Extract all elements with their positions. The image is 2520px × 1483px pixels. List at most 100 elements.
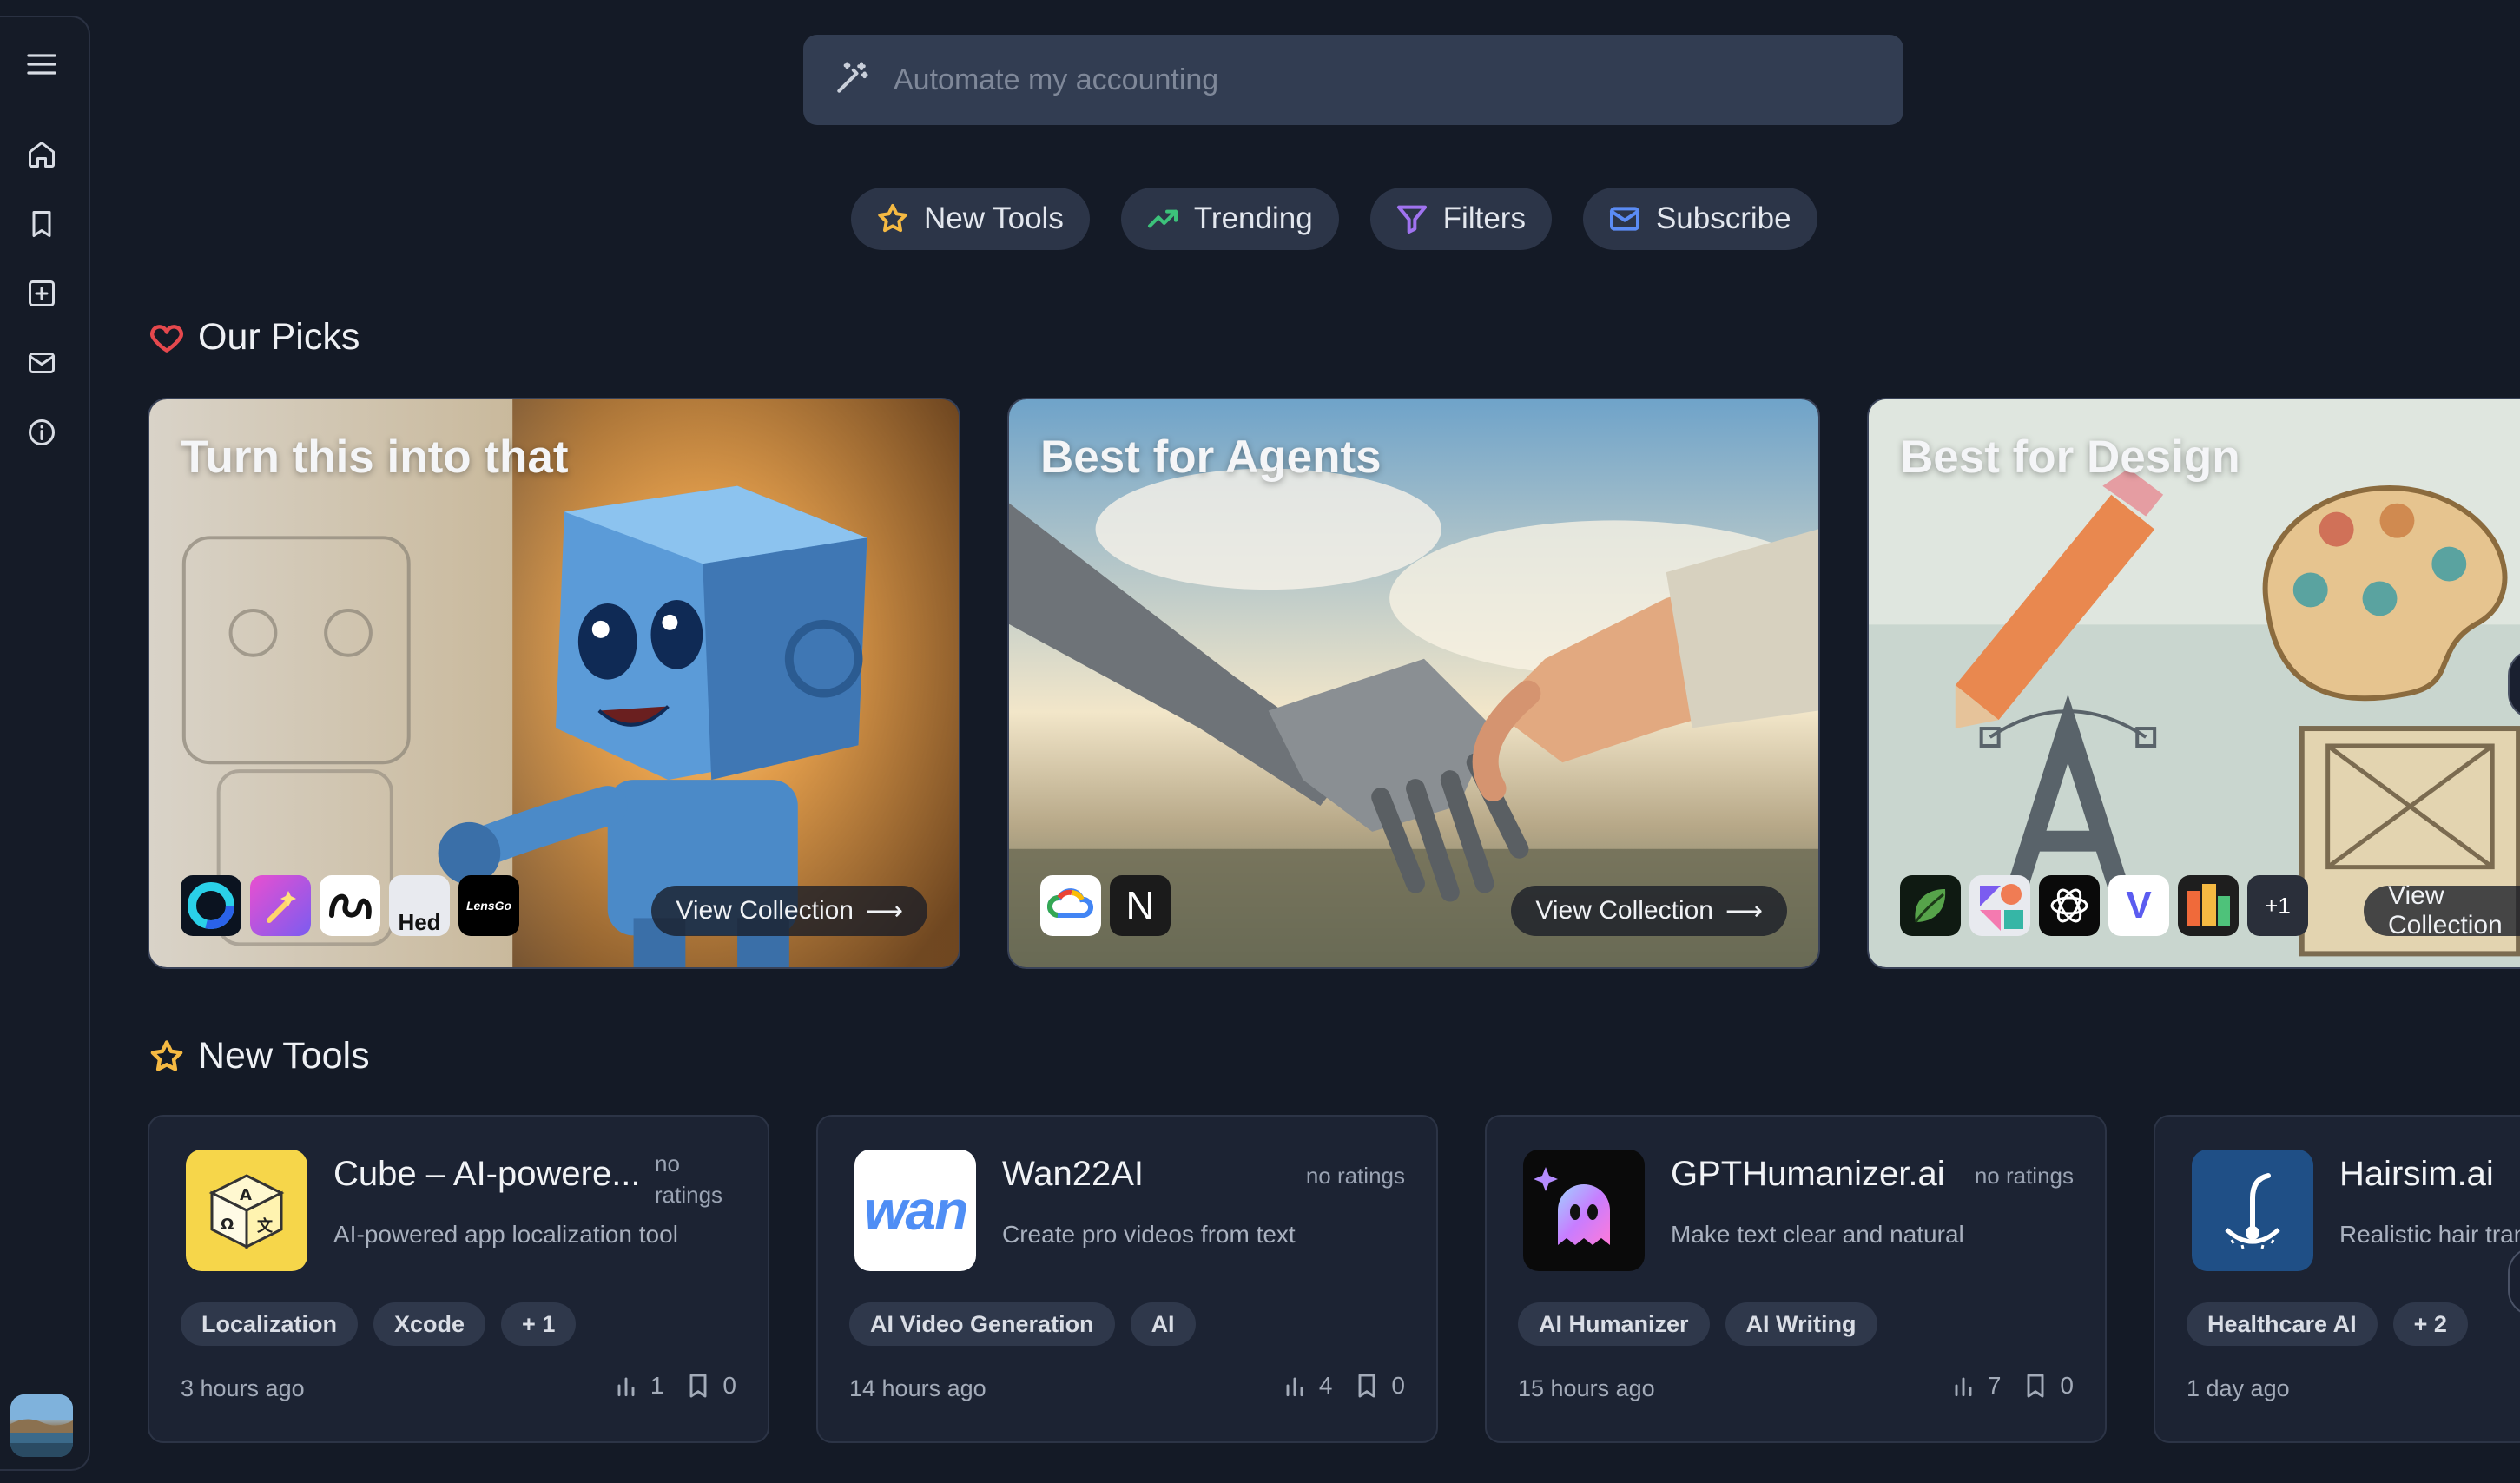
mail-icon[interactable] <box>21 342 63 384</box>
pick-title: Turn this into that <box>181 432 569 483</box>
tool-rating: no ratings <box>1974 1163 2074 1189</box>
saves-count: 0 <box>2060 1372 2074 1399</box>
hairsim-logo <box>2192 1150 2313 1271</box>
notion-logo: N <box>1110 875 1171 936</box>
mail-icon <box>1609 207 1639 231</box>
tag[interactable]: AI Video Generation <box>849 1302 1115 1346</box>
our-picks-heading: Our Picks <box>148 316 360 359</box>
gpthumanizer-logo <box>1523 1150 1645 1271</box>
tool-logos: N <box>1040 875 1171 936</box>
filters-button[interactable]: Filters <box>1369 188 1552 250</box>
arrow-right-icon: ⟶ <box>1725 896 1763 926</box>
bookmark-icon[interactable] <box>2022 1372 2049 1400</box>
tag[interactable]: AI Writing <box>1725 1302 1877 1346</box>
tool-card-wan22ai[interactable]: wan Wan22AI no ratings Create pro videos… <box>816 1115 1438 1443</box>
tool-logo <box>2178 875 2239 936</box>
bookmark-icon[interactable] <box>684 1372 712 1400</box>
tool-logos: V +1 <box>1900 875 2308 936</box>
bookmark-icon[interactable] <box>21 203 63 245</box>
tool-time: 1 day ago <box>2187 1375 2290 1401</box>
google-cloud-logo <box>1040 875 1101 936</box>
tag-more[interactable]: + 1 <box>501 1302 577 1346</box>
tool-logo <box>320 875 380 936</box>
tool-description: AI-powered app localization tool <box>333 1221 678 1248</box>
bar-chart-icon <box>617 1377 635 1397</box>
bookmark-icon[interactable] <box>1353 1372 1381 1400</box>
tool-logo-label: V <box>2126 884 2152 926</box>
pick-title: Best for Agents <box>1040 432 1382 483</box>
magic-wand-icon <box>833 59 871 102</box>
more-logos-badge: +1 <box>2247 875 2308 936</box>
tool-stats: 1 0 <box>612 1372 736 1400</box>
views-count: 4 <box>1318 1372 1333 1399</box>
new-tools-label: New Tools <box>924 201 1064 235</box>
tool-logo <box>181 875 241 936</box>
info-icon[interactable] <box>21 412 63 453</box>
bar-chart-icon <box>1955 1377 1972 1397</box>
cube-logo: AΩ 文 <box>186 1150 307 1271</box>
tool-logo-label: LensGo <box>465 899 512 913</box>
pick-card-turn-this-into-that[interactable]: Turn this into that Hed LensGo View Coll… <box>148 398 960 969</box>
trending-button[interactable]: Trending <box>1120 188 1339 250</box>
search-bar[interactable] <box>803 35 1903 125</box>
tool-card-gpthumanizer[interactable]: GPTHumanizer.ai no ratings Make text cle… <box>1485 1115 2107 1443</box>
svg-text:Ω: Ω <box>221 1216 234 1234</box>
tool-time: 15 hours ago <box>1518 1375 1655 1401</box>
tool-tags: Healthcare AI + 2 <box>2187 1302 2468 1346</box>
search-input[interactable] <box>894 63 1849 97</box>
pick-title: Best for Design <box>1900 432 2240 483</box>
tool-stats: 7 0 <box>1949 1372 2074 1400</box>
tool-time: 3 hours ago <box>181 1375 305 1401</box>
star-icon <box>150 1039 183 1071</box>
tool-description: Realistic hair tran <box>2339 1221 2520 1248</box>
pick-card-best-for-agents[interactable]: Best for Agents N View Collection ⟶ <box>1007 398 1820 969</box>
tool-card-cube[interactable]: AΩ 文 Cube – AI-powere... no ratings AI-po… <box>148 1115 769 1443</box>
tool-card-hairsim[interactable]: Hairsim.ai Realistic hair tran Healthcar… <box>2154 1115 2520 1443</box>
tool-stats: 4 0 <box>1281 1372 1405 1400</box>
saves-count: 0 <box>1391 1372 1405 1399</box>
views-count: 1 <box>650 1372 664 1399</box>
view-collection-button[interactable]: View Collection ⟶ <box>1511 886 1787 936</box>
new-tools-title: New Tools <box>198 1035 370 1077</box>
heart-icon <box>150 324 183 353</box>
tool-logo <box>1900 875 1961 936</box>
tool-tags: AI Humanizer AI Writing <box>1518 1302 1877 1346</box>
more-logos-count: +1 <box>2265 892 2291 919</box>
pick-card-best-for-design[interactable]: Best for Design V +1 View Collection <box>1867 398 2520 969</box>
tag[interactable]: Xcode <box>373 1302 486 1346</box>
tag[interactable]: AI <box>1130 1302 1196 1346</box>
tool-description: Make text clear and natural <box>1671 1221 1964 1248</box>
arrow-right-icon: ⟶ <box>865 896 903 926</box>
tool-name: Hairsim.ai <box>2339 1155 2494 1193</box>
filter-pills: New Tools Trending Filters Subscribe <box>851 188 1817 250</box>
view-collection-label: View Collection <box>676 896 854 925</box>
tool-tags: AI Video Generation AI <box>849 1302 1196 1346</box>
trending-label: Trending <box>1193 201 1313 235</box>
avatar[interactable] <box>10 1394 73 1457</box>
filter-icon <box>1396 205 1427 234</box>
tool-name: Cube – AI-powere... <box>333 1155 641 1193</box>
new-tools-button[interactable]: New Tools <box>851 188 1090 250</box>
sidebar <box>0 16 90 1471</box>
add-square-icon[interactable] <box>21 273 63 314</box>
tag[interactable]: Healthcare AI <box>2187 1302 2378 1346</box>
tag-more[interactable]: + 2 <box>2392 1302 2468 1346</box>
view-collection-button[interactable]: View Collection ⟶ <box>651 886 927 936</box>
tool-logo: LensGo <box>458 875 519 936</box>
tool-logo-label: Hed <box>398 909 441 935</box>
filters-label: Filters <box>1442 201 1526 235</box>
our-picks-title: Our Picks <box>198 316 360 358</box>
svg-text:A: A <box>240 1186 252 1204</box>
subscribe-button[interactable]: Subscribe <box>1582 188 1817 250</box>
menu-icon[interactable] <box>21 43 63 85</box>
view-collection-label: View Collection <box>2388 881 2503 939</box>
subscribe-label: Subscribe <box>1655 201 1791 235</box>
wan-logo-text: wan <box>863 1179 968 1242</box>
tag[interactable]: Localization <box>181 1302 359 1346</box>
home-icon[interactable] <box>21 134 63 175</box>
view-collection-button[interactable]: View Collection <box>2364 881 2520 939</box>
wan-logo: wan <box>854 1150 976 1271</box>
tag[interactable]: AI Humanizer <box>1518 1302 1710 1346</box>
tool-name: GPTHumanizer.ai <box>1671 1155 1945 1193</box>
tool-logo <box>250 875 311 936</box>
